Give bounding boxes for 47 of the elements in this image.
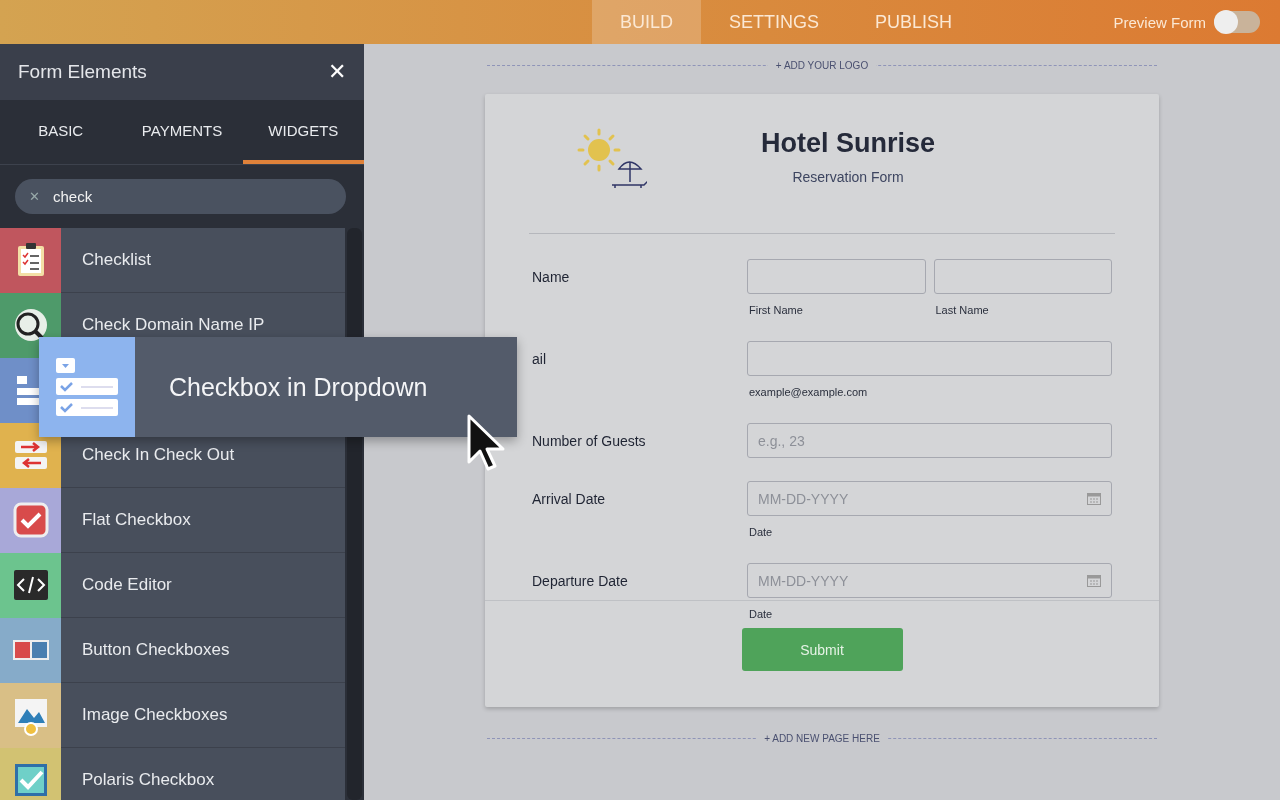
category-tab[interactable]: WIDGETS: [242, 100, 364, 164]
field-label: Arrival Date: [532, 491, 606, 507]
widget-label: Flat Checkbox: [82, 510, 191, 530]
field-sublabel: Last Name: [935, 304, 990, 318]
widget-label: Code Editor: [82, 575, 172, 595]
preview-toggle[interactable]: [1214, 11, 1260, 33]
field-sublabel: Date: [749, 526, 774, 540]
category-tab[interactable]: PAYMENTS: [121, 100, 243, 164]
field-label: Number of Guests: [532, 433, 646, 449]
widget-label: Check In Check Out: [82, 445, 235, 465]
widget-label: Image Checkboxes: [82, 705, 228, 725]
widget-item[interactable]: Button Checkboxes: [0, 618, 345, 683]
field-label: Departure Date: [532, 573, 628, 589]
preview-label: Preview Form: [1113, 13, 1206, 31]
field-sublabel: First Name: [749, 304, 804, 318]
form-title: Hotel Sunrise: [761, 128, 936, 159]
input-field[interactable]: [933, 259, 1112, 294]
widget-item[interactable]: Checklist: [0, 228, 345, 293]
input-field[interactable]: MM-DD-YYYY: [747, 481, 1112, 516]
widget-label: Checklist: [82, 250, 151, 270]
category-tab[interactable]: BASIC: [0, 100, 122, 164]
field-label: Name: [532, 269, 570, 285]
input-field[interactable]: MM-DD-YYYY: [747, 563, 1112, 598]
widget-item[interactable]: Image Checkboxes: [0, 683, 345, 748]
form-subtitle: Reservation Form: [791, 169, 905, 185]
field-sublabel: Date: [749, 608, 774, 622]
widget-item[interactable]: Polaris Checkbox: [0, 748, 345, 800]
input-field[interactable]: [747, 259, 926, 294]
pointer-cursor-icon: [466, 413, 506, 473]
input-field[interactable]: [747, 341, 1112, 376]
dragged-widget-tooltip[interactable]: Checkbox in Dropdown: [39, 337, 517, 437]
widget-item[interactable]: Flat Checkbox: [0, 488, 345, 553]
widget-label: Button Checkboxes: [82, 640, 230, 660]
widget-label: Check Domain Name IP: [82, 315, 265, 335]
add-logo-link[interactable]: + ADD YOUR LOGO: [767, 59, 877, 71]
input-field[interactable]: e.g., 23: [747, 423, 1112, 458]
checkbox-list-icon: [54, 356, 120, 418]
calendar-icon[interactable]: [1087, 574, 1101, 587]
add-page-link[interactable]: + ADD NEW PAGE HERE: [756, 732, 888, 744]
close-button[interactable]: ✕: [328, 59, 346, 85]
widget-item[interactable]: Code Editor: [0, 553, 345, 618]
dragged-widget-label: Checkbox in Dropdown: [169, 372, 428, 402]
field-sublabel: example@example.com: [749, 386, 869, 400]
sidebar-title: Form Elements: [18, 61, 147, 83]
calendar-icon[interactable]: [1087, 492, 1101, 505]
field-label: ail: [532, 351, 546, 367]
widget-label: Polaris Checkbox: [82, 770, 215, 790]
